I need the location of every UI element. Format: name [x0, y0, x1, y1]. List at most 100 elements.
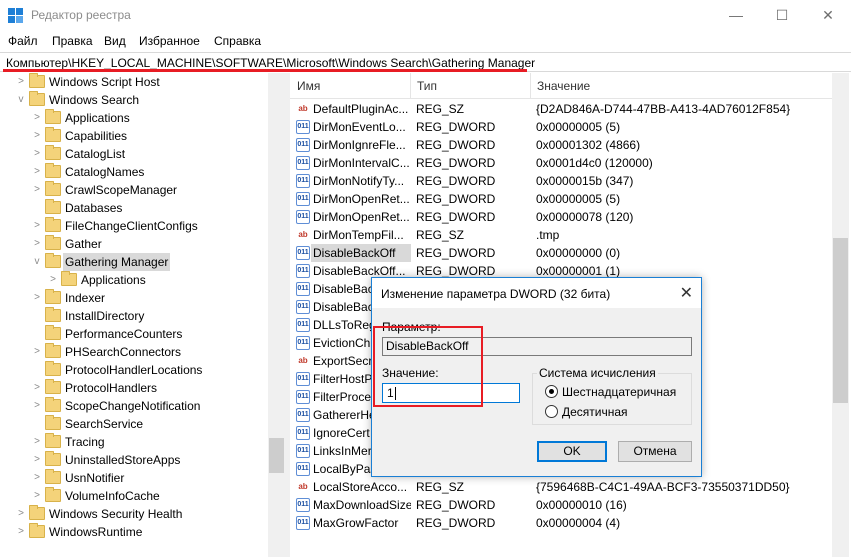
chevron-right-icon[interactable]: > — [32, 469, 42, 487]
folder-icon — [45, 379, 61, 394]
chevron-right-icon[interactable]: > — [32, 217, 42, 235]
tree-item[interactable]: > Capabilities — [0, 127, 268, 145]
chevron-right-icon[interactable]: > — [32, 235, 42, 253]
list-scroll-thumb[interactable] — [833, 238, 848, 403]
menu-help[interactable]: Справка — [214, 34, 261, 48]
value-data: 0x00001302 (4866) — [536, 138, 641, 152]
value-name: DirMonOpenRet... — [313, 192, 410, 206]
value-row[interactable]: 011 MaxGrowFactor REG_DWORD 0x00000004 (4) — [290, 514, 832, 532]
value-row[interactable]: 011 DirMonIntervalC... REG_DWORD 0x0001d4c0… — [290, 154, 832, 172]
tree-item[interactable]: > VolumeInfoCache — [0, 487, 268, 505]
tree-item[interactable]: v Gathering Manager — [0, 253, 268, 271]
tree-item[interactable]: v Windows Search — [0, 91, 268, 109]
radio-hex-label: Шестнадцатеричная — [562, 385, 677, 399]
ok-button[interactable]: OK — [537, 441, 607, 462]
column-data-header[interactable]: Значение — [537, 79, 590, 93]
tree-item-label: ProtocolHandlers — [65, 381, 158, 395]
chevron-right-icon[interactable]: > — [32, 109, 42, 127]
binary-value-icon: 011 — [296, 300, 310, 314]
tree-item[interactable]: InstallDirectory — [0, 307, 268, 325]
chevron-right-icon[interactable]: > — [32, 433, 42, 451]
value-row[interactable]: 011 MaxDownloadSize REG_DWORD 0x00000010 (1… — [290, 496, 832, 514]
tree-item[interactable]: > CrawlScopeManager — [0, 181, 268, 199]
value-type: REG_DWORD — [416, 246, 496, 260]
value-data: 0x0000015b (347) — [536, 174, 634, 188]
tree-item[interactable]: > Applications — [0, 109, 268, 127]
tree-scroll-thumb[interactable] — [269, 438, 284, 473]
folder-icon — [45, 109, 61, 124]
address-highlight-underline — [3, 69, 527, 72]
chevron-right-icon[interactable]: > — [32, 451, 42, 469]
value-row[interactable]: ab LocalStoreAcco... REG_SZ {7596468B-C4C1-… — [290, 478, 832, 496]
menu-file[interactable]: Файл — [8, 34, 38, 48]
value-name: DirMonEventLo... — [313, 120, 406, 134]
radio-dec-indicator[interactable] — [545, 405, 558, 418]
tree-item[interactable]: Databases — [0, 199, 268, 217]
tree-item[interactable]: > CatalogNames — [0, 163, 268, 181]
radio-hex-indicator[interactable] — [545, 385, 558, 398]
radio-hex[interactable]: Шестнадцатеричная — [545, 384, 685, 400]
tree-item[interactable]: > WindowsRuntime — [0, 523, 268, 541]
value-row[interactable]: ab DefaultPluginAc... REG_SZ {D2AD846A-D744… — [290, 100, 832, 118]
chevron-right-icon[interactable]: > — [48, 271, 58, 289]
tree-item[interactable]: > Windows Security Health — [0, 505, 268, 523]
value-row[interactable]: ab DirMonTempFil... REG_SZ .tmp — [290, 226, 832, 244]
tree-item[interactable]: ProtocolHandlerLocations — [0, 361, 268, 379]
chevron-right-icon[interactable]: > — [32, 163, 42, 181]
key-tree-pane[interactable]: > Windows Script Host v Windows Search > Appl… — [0, 73, 285, 557]
tree-item[interactable]: > ProtocolHandlers — [0, 379, 268, 397]
value-row[interactable]: 011 DirMonEventLo... REG_DWORD 0x00000005 (… — [290, 118, 832, 136]
chevron-right-icon[interactable]: > — [32, 181, 42, 199]
address-path[interactable]: Компьютер\HKEY_LOCAL_MACHINE\SOFTWARE\Mi… — [6, 56, 535, 70]
chevron-right-icon[interactable]: > — [32, 145, 42, 163]
tree-item[interactable]: > FileChangeClientConfigs — [0, 217, 268, 235]
value-row[interactable]: 011 DirMonNotifyTy... REG_DWORD 0x0000015b … — [290, 172, 832, 190]
dialog-close-button[interactable]: ✕ — [680, 283, 693, 303]
chevron-right-icon[interactable]: > — [16, 73, 26, 91]
tree-item[interactable]: > Windows Script Host — [0, 73, 268, 91]
tree-vertical-scrollbar[interactable] — [268, 73, 285, 557]
chevron-right-icon[interactable]: > — [32, 397, 42, 415]
tree-item[interactable]: > Indexer — [0, 289, 268, 307]
tree-item[interactable]: > CatalogList — [0, 145, 268, 163]
menu-edit[interactable]: Правка — [52, 34, 93, 48]
value-row[interactable]: 011 DirMonOpenRet... REG_DWORD 0x00000005 (… — [290, 190, 832, 208]
radio-dec[interactable]: Десятичная — [545, 404, 685, 420]
value-row[interactable]: 011 DirMonOpenRet... REG_DWORD 0x00000078 (… — [290, 208, 832, 226]
folder-icon — [45, 361, 61, 376]
menu-view[interactable]: Вид — [104, 34, 126, 48]
tree-item[interactable]: > Gather — [0, 235, 268, 253]
chevron-right-icon[interactable]: > — [32, 379, 42, 397]
value-row[interactable]: 011 DirMonIgnreFle... REG_DWORD 0x00001302 … — [290, 136, 832, 154]
value-row[interactable]: 011 DisableBackOff REG_DWORD 0x00000000 (0) — [290, 244, 832, 262]
tree-item[interactable]: > Applications — [0, 271, 268, 289]
chevron-right-icon[interactable]: > — [16, 523, 26, 541]
chevron-right-icon[interactable]: > — [32, 487, 42, 505]
tree-item[interactable]: > UsnNotifier — [0, 469, 268, 487]
tree-item[interactable]: PerformanceCounters — [0, 325, 268, 343]
tree-item-label: InstallDirectory — [65, 309, 145, 323]
tree-item[interactable]: > UninstalledStoreApps — [0, 451, 268, 469]
minimize-button[interactable]: — — [713, 0, 759, 31]
chevron-down-icon[interactable]: v — [16, 91, 26, 109]
tree-item[interactable]: > PHSearchConnectors — [0, 343, 268, 361]
chevron-right-icon[interactable]: > — [32, 289, 42, 307]
chevron-right-icon[interactable]: > — [32, 127, 42, 145]
list-vertical-scrollbar[interactable] — [832, 73, 849, 557]
cancel-button[interactable]: Отмена — [618, 441, 692, 462]
chevron-down-icon[interactable]: v — [32, 253, 42, 271]
menu-favorites[interactable]: Избранное — [139, 34, 200, 48]
tree-item[interactable]: > ScopeChangeNotification — [0, 397, 268, 415]
close-button[interactable]: ✕ — [805, 0, 851, 31]
value-type: REG_DWORD — [416, 120, 496, 134]
folder-icon — [45, 469, 61, 484]
value-name: DirMonIntervalC... — [313, 156, 410, 170]
column-name-header[interactable]: Имя — [297, 79, 320, 93]
chevron-right-icon[interactable]: > — [16, 505, 26, 523]
chevron-right-icon[interactable]: > — [32, 343, 42, 361]
tree-item[interactable]: SearchService — [0, 415, 268, 433]
tree-item[interactable]: > Tracing — [0, 433, 268, 451]
maximize-button[interactable]: ☐ — [759, 0, 805, 31]
column-type-header[interactable]: Тип — [417, 79, 437, 93]
value-data: 0x0001d4c0 (120000) — [536, 156, 653, 170]
